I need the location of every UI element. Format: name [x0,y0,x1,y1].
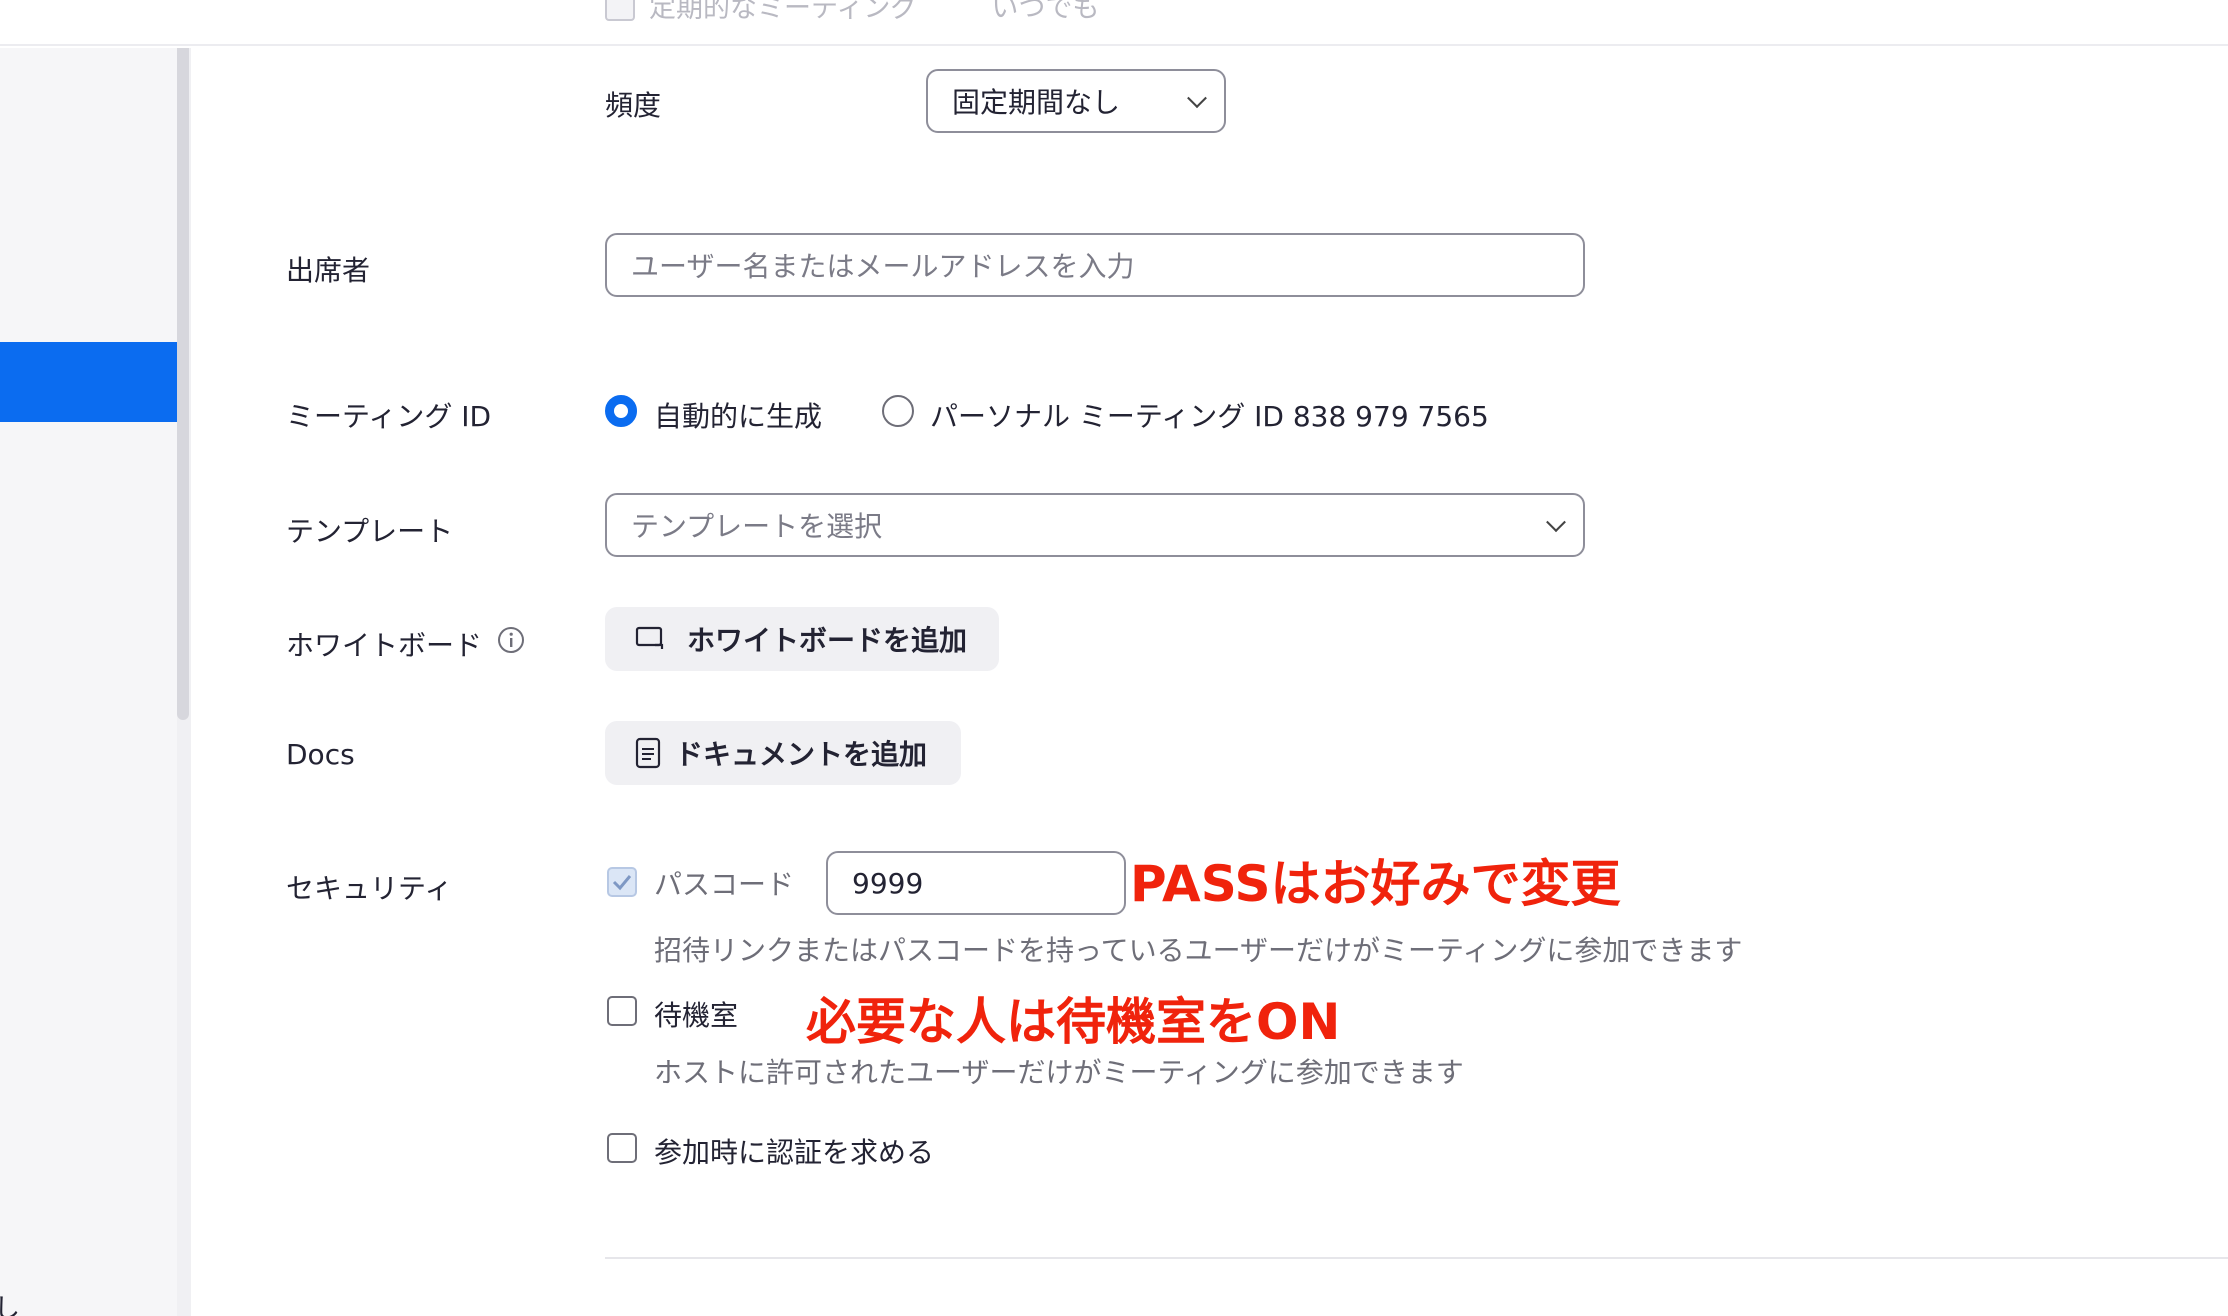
sidebar-stub-text: し [0,1294,21,1316]
sidebar-active-item[interactable] [0,342,177,422]
whiteboard-icon [635,625,665,653]
info-icon[interactable] [497,626,525,654]
add-whiteboard-button[interactable]: ホワイトボードを追加 [605,607,999,671]
template-placeholder: テンプレートを選択 [631,510,883,543]
auth-label: 参加時に認証を求める [654,1136,935,1169]
waiting-room-checkbox[interactable] [607,996,637,1026]
add-whiteboard-label: ホワイトボードを追加 [687,624,968,657]
frequency-value: 固定期間なし [952,86,1121,119]
add-document-button[interactable]: ドキュメントを追加 [605,721,961,785]
auth-checkbox[interactable] [607,1133,637,1163]
passcode-checkbox[interactable] [607,867,637,897]
attendees-label: 出席者 [286,254,371,287]
top-bar: 定期的なミーティング いつでも [0,0,2228,46]
template-label: テンプレート [286,515,454,548]
waiting-room-help: ホストに許可されたユーザーだけがミーティングに参加できます [654,1056,1464,1089]
attendees-input[interactable]: ユーザー名またはメールアドレスを入力 [605,233,1585,297]
radio-personal-id[interactable] [882,395,914,427]
passcode-help: 招待リンクまたはパスコードを持っているユーザーだけがミーティングに参加できます [654,934,1743,967]
attendees-placeholder: ユーザー名またはメールアドレスを入力 [631,250,1135,283]
recurring-meeting-row: 定期的なミーティング いつでも [605,0,1099,25]
passcode-label: パスコード [654,868,795,901]
document-icon [635,737,661,769]
recurring-label: 定期的なミーティング [649,0,918,24]
add-document-label: ドキュメントを追加 [675,738,928,771]
chevron-down-icon [1546,512,1566,533]
radio-auto-generate-label: 自動的に生成 [654,400,823,433]
template-select[interactable]: テンプレートを選択 [605,493,1585,557]
recurring-checkbox[interactable] [605,0,635,21]
passcode-annotation: PASSはお好みで変更 [1130,855,1621,913]
radio-auto-generate[interactable] [605,395,637,427]
check-icon [612,875,632,891]
scrollbar-thumb[interactable] [177,48,189,720]
section-divider [605,1257,2228,1259]
waiting-room-label: 待機室 [654,999,739,1032]
security-label: セキュリティ [286,872,453,905]
meeting-id-label: ミーティング ID [286,400,492,433]
chevron-down-icon [1187,88,1207,109]
waiting-room-annotation: 必要な人は待機室をON [806,993,1341,1051]
docs-label: Docs [286,738,355,771]
sidebar: し [0,48,177,1316]
radio-personal-id-label: パーソナル ミーティング ID 838 979 7565 [930,400,1489,433]
frequency-label: 頻度 [605,89,662,122]
passcode-input[interactable]: 9999 [826,851,1126,915]
passcode-value: 9999 [852,866,924,900]
whiteboard-label: ホワイトボード [286,629,483,662]
recurring-value: いつでも [991,0,1100,24]
frequency-select[interactable]: 固定期間なし [926,69,1226,133]
